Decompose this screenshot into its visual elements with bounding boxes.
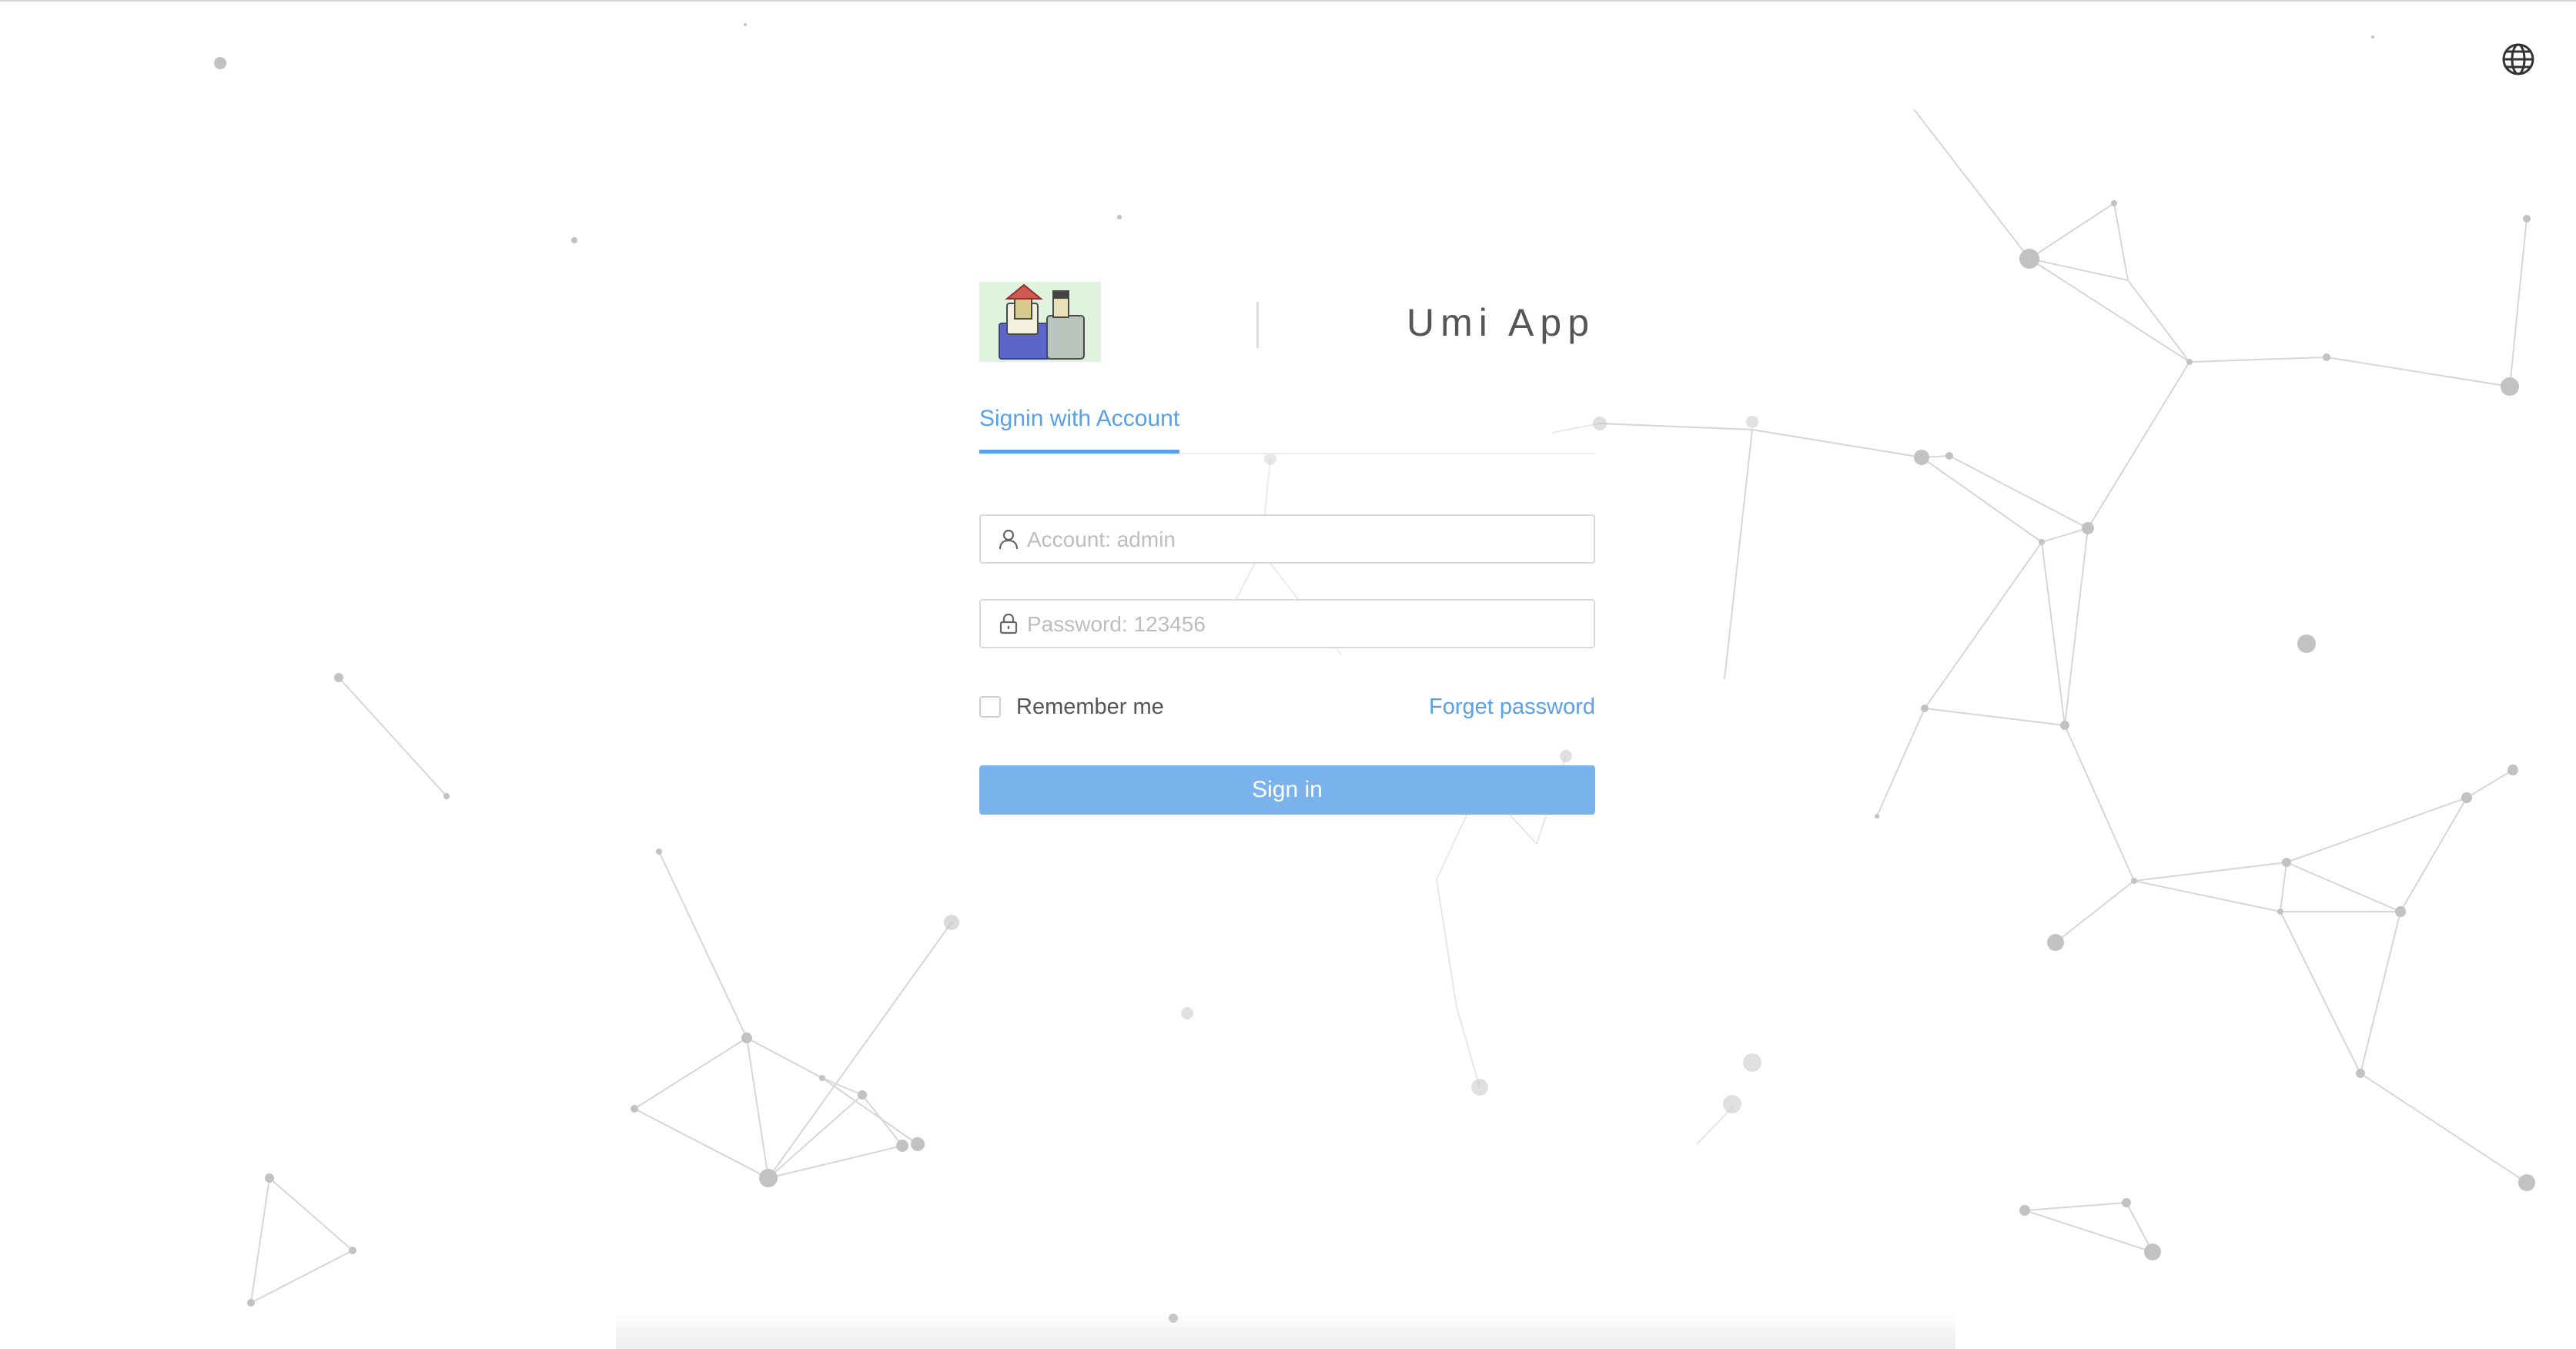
sign-in-button[interactable]: Sign in	[979, 765, 1595, 815]
brand-header: Umi App	[979, 279, 1595, 363]
password-input[interactable]	[1025, 601, 1583, 648]
remember-me-checkbox[interactable]	[979, 696, 1001, 718]
bottom-shadow	[616, 1311, 1955, 1349]
password-field[interactable]	[979, 599, 1595, 648]
account-input[interactable]	[1025, 516, 1583, 564]
login-options: Remember me Forget password	[979, 691, 1595, 722]
account-field[interactable]	[979, 514, 1595, 564]
umi-logo-icon	[979, 282, 1101, 362]
app-title: Umi App	[1407, 301, 1595, 344]
tab-signin-account[interactable]: Signin with Account	[979, 403, 1180, 454]
login-page: Umi App Signin with Account Account: adm…	[0, 0, 2576, 1349]
forget-password-link[interactable]: Forget password	[1429, 691, 1595, 722]
globe-icon[interactable]	[2501, 42, 2536, 77]
login-panel: Umi App Signin with Account Account: adm…	[979, 279, 1595, 815]
remember-me-option[interactable]: Remember me	[979, 691, 1164, 722]
login-tabs: Signin with Account	[979, 399, 1595, 454]
lock-icon	[999, 613, 1018, 634]
remember-me-label: Remember me	[1016, 695, 1164, 719]
user-icon	[999, 529, 1019, 550]
brand-divider	[1256, 302, 1259, 348]
